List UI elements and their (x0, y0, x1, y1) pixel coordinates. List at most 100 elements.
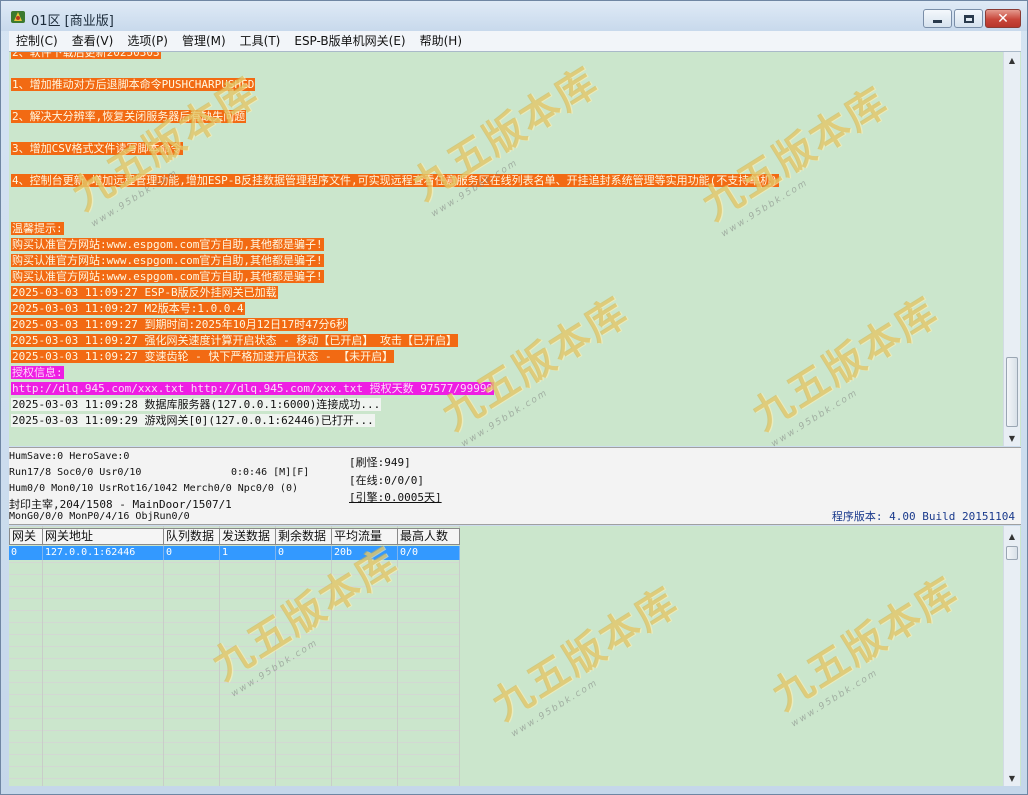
log-line-text (11, 190, 13, 203)
minimize-button[interactable] (923, 9, 952, 28)
save-stats: HumSave:0 HeroSave:0 (9, 451, 130, 462)
col-gateway-address[interactable]: 网关地址 (43, 528, 164, 545)
log-line-text (11, 62, 13, 75)
monster-stats: MonG0/0/0 MonP0/4/16 ObjRun0/0 (9, 511, 190, 522)
grid-col-rule (219, 526, 220, 786)
log-line: 购买认准官方网站:www.espgom.com官方自助,其他都是骗子! (11, 237, 1001, 253)
log-line: 2、软件下载后更新20250303 (11, 52, 1001, 61)
menu-tools[interactable]: 工具(T) (233, 31, 288, 51)
log-line-text: 授权信息: (11, 366, 64, 379)
maximize-icon (955, 10, 982, 27)
cell-max-users: 0/0 (398, 546, 460, 560)
table-scroll-thumb[interactable] (1006, 546, 1018, 560)
minimize-icon (924, 10, 951, 27)
log-line-text (11, 126, 13, 139)
col-sent-data[interactable]: 发送数据 (220, 528, 276, 545)
log-line: 温馨提示: (11, 221, 1001, 237)
log-line: 4、控制台更新,增加远程管理功能,增加ESP-B反挂数据管理程序文件,可实现远程… (11, 173, 1001, 189)
log-line: 2025-03-03 11:09:27 强化网关速度计算开启状态 - 移动【已开… (11, 333, 1001, 349)
menu-options[interactable]: 选项(P) (120, 31, 175, 51)
title-bar[interactable]: 01区 [商业版] ✕ (1, 1, 1027, 31)
log-line (11, 93, 1001, 109)
log-line-text: 3、增加CSV格式文件读写脚本命令 (11, 142, 183, 155)
log-lines: 2、软件下载后更新20250303 1、增加推动对方后退脚本命令PUSHCHARP… (11, 52, 1001, 429)
log-line: 授权信息: (11, 365, 1001, 381)
log-line-text: http://dlq.945.com/xxx.txt http://dlq.94… (11, 382, 495, 395)
table-scrollbar[interactable]: ▲ ▼ (1003, 526, 1020, 786)
gateway-table-panel[interactable]: 网关 网关地址 队列数据 发送数据 剩余数据 平均流量 最高人数 0 127.0… (9, 526, 1021, 786)
log-line-text: 2025-03-03 11:09:27 强化网关速度计算开启状态 - 移动【已开… (11, 334, 458, 347)
uptime-timer: 0:0:46 [M][F] (231, 467, 310, 478)
maximize-button[interactable] (954, 9, 983, 28)
log-line-text: 购买认准官方网站:www.espgom.com官方自助,其他都是骗子! (11, 238, 324, 251)
log-line (11, 189, 1001, 205)
col-remaining-data[interactable]: 剩余数据 (276, 528, 332, 545)
cell-queue-data: 0 (164, 546, 220, 560)
online-count: [在线:0/0/0] (349, 474, 424, 487)
cell-remaining-data: 0 (276, 546, 332, 560)
log-line: 1、增加推动对方后退脚本命令PUSHCHARPUSHED (11, 77, 1001, 93)
menu-help[interactable]: 帮助(H) (413, 31, 469, 51)
log-panel[interactable]: 2、软件下载后更新20250303 1、增加推动对方后退脚本命令PUSHCHARP… (9, 51, 1021, 446)
menu-view[interactable]: 查看(V) (65, 31, 121, 51)
log-line-text (11, 94, 13, 107)
log-line-text: 2025-03-03 11:09:27 到期时间:2025年10月12日17时4… (11, 318, 349, 331)
app-icon (11, 11, 25, 23)
log-line: 2025-03-03 11:09:27 ESP-B版反外挂网关已加载 (11, 285, 1001, 301)
log-line-text: 2025-03-03 11:09:27 变速齿轮 - 快下严格加速开启状态 - … (11, 350, 395, 363)
cell-gateway: 0 (9, 546, 43, 560)
log-line: 2、解决大分辨率,恢复关闭服务器后有缺失问题 (11, 109, 1001, 125)
table-row[interactable]: 0 127.0.0.1:62446 0 1 0 20b 0/0 (9, 546, 460, 560)
boss-stats: 封印主宰,204/1508 - MainDoor/1507/1 (9, 498, 232, 511)
log-line-text: 4、控制台更新,增加远程管理功能,增加ESP-B反挂数据管理程序文件,可实现远程… (11, 174, 779, 187)
cell-sent-data: 1 (220, 546, 276, 560)
menu-espb-gateway[interactable]: ESP-B版单机网关(E) (287, 31, 412, 51)
log-line (11, 157, 1001, 173)
grid-col-rule (331, 526, 332, 786)
scroll-up-icon[interactable]: ▲ (1004, 52, 1020, 68)
log-line: 2025-03-03 11:09:27 到期时间:2025年10月12日17时4… (11, 317, 1001, 333)
grid-col-rule (42, 526, 43, 786)
log-line-text: 2、软件下载后更新20250303 (11, 52, 161, 59)
cell-gateway-address: 127.0.0.1:62446 (43, 546, 164, 560)
log-line-text: 2025-03-03 11:09:29 游戏网关[0](127.0.0.1:62… (11, 414, 375, 427)
close-button[interactable]: ✕ (985, 9, 1021, 28)
menu-control[interactable]: 控制(C) (9, 31, 65, 51)
log-line (11, 61, 1001, 77)
col-gateway[interactable]: 网关 (9, 528, 43, 545)
scroll-down-icon[interactable]: ▼ (1004, 430, 1020, 446)
log-line: 3、增加CSV格式文件读写脚本命令 (11, 141, 1001, 157)
log-line-text (11, 158, 13, 171)
log-line: 2025-03-03 11:09:27 M2版本号:1.0.0.4 (11, 301, 1001, 317)
log-line-text: 购买认准官方网站:www.espgom.com官方自助,其他都是骗子! (11, 270, 324, 283)
col-max-users[interactable]: 最高人数 (398, 528, 460, 545)
log-line-text: 1、增加推动对方后退脚本命令PUSHCHARPUSHED (11, 78, 256, 91)
log-line: http://dlq.945.com/xxx.txt http://dlq.94… (11, 381, 1001, 397)
run-stats: Run17/8 Soc0/0 Usr0/10 (9, 467, 142, 478)
log-line: 购买认准官方网站:www.espgom.com官方自助,其他都是骗子! (11, 269, 1001, 285)
log-line: 2025-03-03 11:09:27 变速齿轮 - 快下严格加速开启状态 - … (11, 349, 1001, 365)
log-line-text: 2025-03-03 11:09:28 数据库服务器(127.0.0.1:600… (11, 398, 382, 411)
log-line-text (11, 206, 13, 219)
grid-col-rule (163, 526, 164, 786)
log-line-text: 2025-03-03 11:09:27 ESP-B版反外挂网关已加载 (11, 286, 278, 299)
log-line-text: 购买认准官方网站:www.espgom.com官方自助,其他都是骗子! (11, 254, 324, 267)
grid-col-rule (397, 526, 398, 786)
log-line-text: 2、解决大分辨率,恢复关闭服务器后有缺失问题 (11, 110, 247, 123)
log-scroll-thumb[interactable] (1006, 357, 1018, 427)
menu-manage[interactable]: 管理(M) (175, 31, 233, 51)
menu-bar: 控制(C) 查看(V) 选项(P) 管理(M) 工具(T) ESP-B版单机网关… (9, 31, 1021, 51)
engine-days: [引擎:0.0005天] (349, 491, 442, 504)
close-icon: ✕ (997, 10, 1009, 27)
cell-avg-traffic: 20b (332, 546, 398, 560)
log-scrollbar[interactable]: ▲ ▼ (1003, 52, 1020, 446)
grid-col-rule (275, 526, 276, 786)
refresh-monster-count: [刷怪:949] (349, 456, 411, 469)
log-line: 购买认准官方网站:www.espgom.com官方自助,其他都是骗子! (11, 253, 1001, 269)
app-window: 01区 [商业版] ✕ 控制(C) 查看(V) 选项(P) 管理(M) 工具(T… (0, 0, 1028, 795)
table-scroll-down-icon[interactable]: ▼ (1004, 770, 1020, 786)
col-avg-traffic[interactable]: 平均流量 (332, 528, 398, 545)
table-scroll-up-icon[interactable]: ▲ (1004, 528, 1020, 544)
hum-stats: Hum0/0 Mon0/10 UsrRot16/1042 Merch0/0 Np… (9, 483, 298, 494)
col-queue-data[interactable]: 队列数据 (164, 528, 220, 545)
